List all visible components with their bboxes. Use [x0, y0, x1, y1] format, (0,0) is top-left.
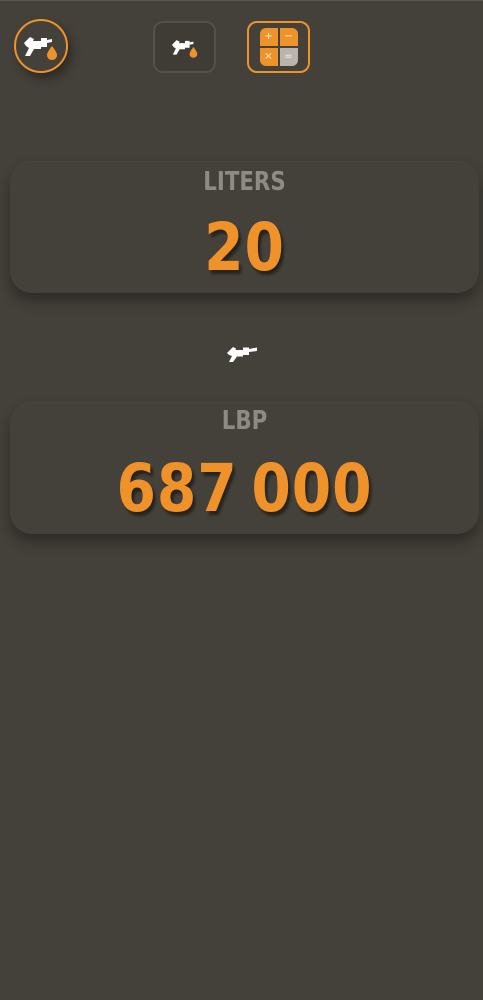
calc-minus-symbol: − [279, 28, 298, 46]
calc-times-symbol: × [259, 48, 278, 66]
liters-label: LITERS [203, 167, 286, 197]
tab-fuel-price[interactable] [153, 21, 216, 73]
calc-equals-symbol: = [279, 48, 298, 66]
fuel-nozzle-icon[interactable] [226, 341, 260, 365]
top-divider [0, 0, 483, 1]
calc-plus-symbol: + [259, 28, 278, 46]
fuel-pump-drop-icon [171, 40, 197, 58]
app-logo-button[interactable] [14, 19, 68, 73]
liters-card[interactable]: LITERS 20 [10, 161, 479, 293]
fuel-pump-drop-icon [24, 37, 57, 60]
lbp-label: LBP [221, 406, 268, 436]
lbp-card[interactable]: LBP 687 000 [10, 402, 479, 534]
lbp-value[interactable]: 687 000 [43, 450, 446, 527]
liters-value[interactable]: 20 [43, 209, 446, 286]
calculator-icon: + − × = [259, 28, 298, 66]
tab-calculator[interactable]: + − × = [247, 21, 310, 73]
